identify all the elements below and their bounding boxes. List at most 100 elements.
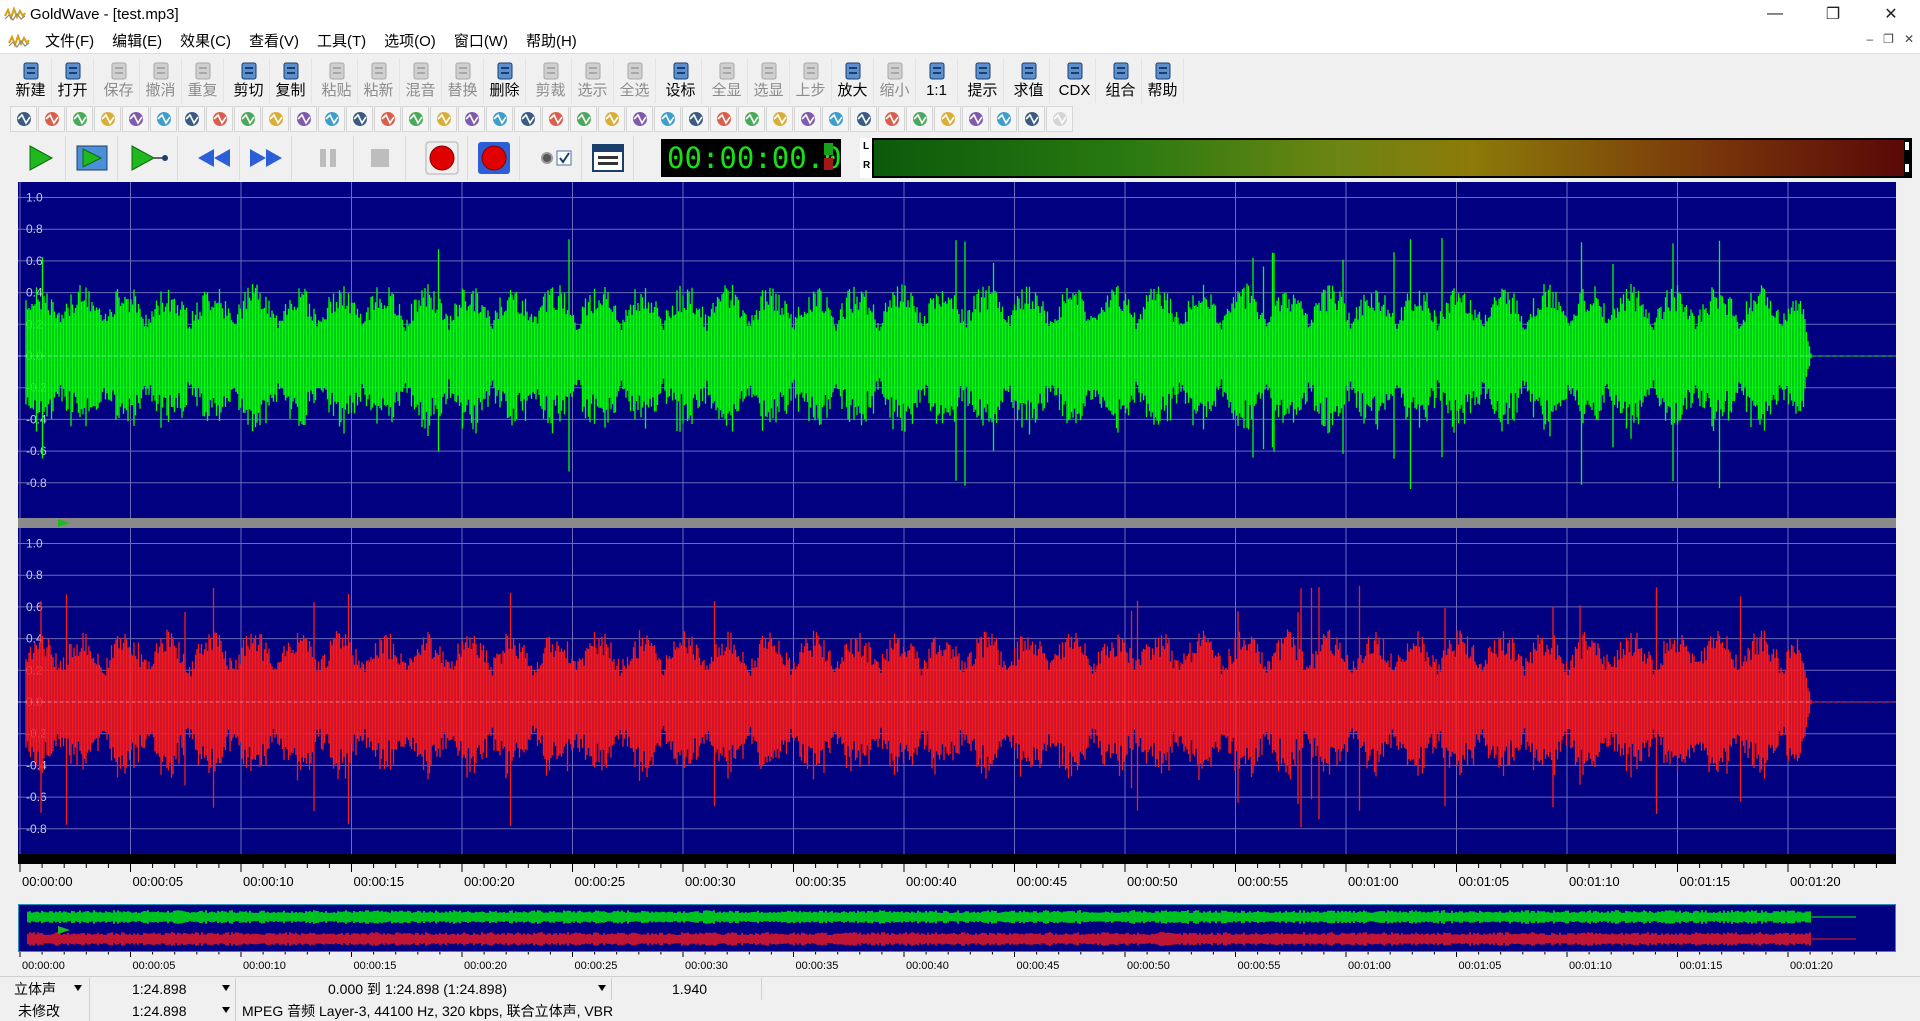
toolbar-button-6[interactable]: 剪切 — [228, 58, 270, 103]
toolbar-button-26[interactable]: 组合 — [1100, 58, 1142, 103]
record-button[interactable] — [416, 136, 468, 180]
stop-button[interactable] — [354, 136, 406, 180]
toolbar-button-8[interactable]: 粘贴 — [316, 58, 358, 103]
effect-button-14[interactable] — [374, 106, 401, 132]
menu-logo-icon[interactable] — [8, 33, 30, 48]
toolbar-button-11[interactable]: 替换 — [442, 58, 484, 103]
effect-button-24[interactable] — [654, 106, 681, 132]
toolbar-button-9[interactable]: 粘新 — [358, 58, 400, 103]
effect-button-20[interactable] — [542, 106, 569, 132]
record-new-button[interactable] — [468, 136, 520, 180]
timeline-canvas[interactable]: 00:00:00 00:00:05 00:00:10 00:00:15 00:00:20… — [18, 864, 1896, 904]
toolbar-button-7[interactable]: 复制 — [270, 58, 312, 103]
menu-edit[interactable]: 编辑(E) — [103, 30, 171, 51]
toolbar-button-27[interactable]: 帮助 — [1142, 58, 1184, 103]
effect-button-27[interactable] — [738, 106, 765, 132]
menu-effects[interactable]: 效果(C) — [171, 30, 240, 51]
toolbar-button-5[interactable]: 重复 — [182, 58, 224, 103]
effect-button-7[interactable] — [178, 106, 205, 132]
toolbar-button-23[interactable]: 提示 — [962, 58, 1004, 103]
menu-help[interactable]: 帮助(H) — [517, 30, 586, 51]
menu-options[interactable]: 选项(O) — [375, 30, 445, 51]
mdi-close-icon[interactable]: ✕ — [1904, 32, 1914, 46]
effect-button-36[interactable] — [990, 106, 1017, 132]
effect-button-29[interactable] — [794, 106, 821, 132]
toolbar-button-20[interactable]: 放大 — [832, 58, 874, 103]
channel-mode-selector[interactable]: 立体声 — [8, 978, 90, 1000]
effect-button-9[interactable] — [234, 106, 261, 132]
effect-button-33[interactable] — [906, 106, 933, 132]
rewind-button[interactable] — [188, 136, 240, 180]
toolbar-button-17[interactable]: 全显 — [706, 58, 748, 103]
selection-range-selector[interactable]: 0.000 到 1:24.898 (1:24.898) — [322, 978, 612, 1000]
fast-forward-button[interactable] — [240, 136, 292, 180]
toolbar-button-24[interactable]: 求值 — [1008, 58, 1050, 103]
toolbar-button-12[interactable]: 删除 — [484, 58, 526, 103]
effect-button-28[interactable] — [766, 106, 793, 132]
restore-button[interactable]: ❐ — [1804, 0, 1862, 28]
effect-button-8[interactable] — [206, 106, 233, 132]
menu-view[interactable]: 查看(V) — [240, 30, 308, 51]
toolbar-button-14[interactable]: 选示 — [572, 58, 614, 103]
effect-button-13[interactable] — [346, 106, 373, 132]
effect-button-11[interactable] — [290, 106, 317, 132]
effect-button-15[interactable] — [402, 106, 429, 132]
overview-canvas[interactable] — [17, 903, 1897, 953]
effect-button-17[interactable] — [458, 106, 485, 132]
toolbar-button-13[interactable]: 剪裁 — [530, 58, 572, 103]
toolbar-button-1[interactable]: 新建 — [10, 58, 52, 103]
play-selection-button[interactable] — [66, 136, 118, 180]
effect-button-2[interactable] — [38, 106, 65, 132]
toolbar-button-15[interactable]: 全选 — [614, 58, 656, 103]
toolbar-button-16[interactable]: 设标 — [660, 58, 702, 103]
play-from-button[interactable] — [118, 136, 178, 180]
play-button[interactable] — [14, 136, 66, 180]
effect-button-32[interactable] — [878, 106, 905, 132]
effect-button-35[interactable] — [962, 106, 989, 132]
close-button[interactable]: ✕ — [1862, 0, 1920, 28]
view-button[interactable] — [582, 136, 634, 180]
effect-button-22[interactable] — [598, 106, 625, 132]
effect-button-19[interactable] — [514, 106, 541, 132]
toolbar-button-3[interactable]: 保存 — [98, 58, 140, 103]
menu-tools[interactable]: 工具(T) — [308, 30, 375, 51]
waveform-canvas[interactable]: 1.00.80.60.40.20.0-0.2-0.4-0.6-0.81.00.8… — [18, 182, 1896, 864]
effect-button-30[interactable] — [822, 106, 849, 132]
length-selector[interactable]: 1:24.898 — [126, 978, 236, 1000]
toolbar-button-25[interactable]: CDX — [1054, 58, 1096, 103]
length-selector-2[interactable]: 1:24.898 — [126, 1000, 236, 1021]
effect-button-21[interactable] — [570, 106, 597, 132]
toolbar-button-4[interactable]: 撤消 — [140, 58, 182, 103]
waveform-area[interactable]: 1.0 0.8 0.6 0.4 0.2 0.0 -0.2 -0.4 -0.6 -0.8 1.0 0.8… — [18, 182, 1896, 864]
menu-file[interactable]: 文件(F) — [36, 30, 103, 51]
menu-window[interactable]: 窗口(W) — [445, 30, 517, 51]
toolbar-button-10[interactable]: 混音 — [400, 58, 442, 103]
toolbar-button-2[interactable]: 打开 — [52, 58, 94, 103]
effect-button-18[interactable] — [486, 106, 513, 132]
effect-button-1[interactable] — [10, 106, 37, 132]
effect-button-16[interactable] — [430, 106, 457, 132]
effect-button-4[interactable] — [94, 106, 121, 132]
minimize-button[interactable]: — — [1746, 0, 1804, 28]
effect-button-6[interactable] — [150, 106, 177, 132]
toolbar-button-18[interactable]: 选显 — [748, 58, 790, 103]
effect-button-25[interactable] — [682, 106, 709, 132]
overview-waveform[interactable] — [17, 903, 1897, 953]
effect-button-38[interactable] — [1046, 106, 1073, 132]
mdi-minimize-icon[interactable]: – — [1866, 32, 1873, 46]
effect-button-26[interactable] — [710, 106, 737, 132]
effect-button-31[interactable] — [850, 106, 877, 132]
toolbar-button-21[interactable]: 缩小 — [874, 58, 916, 103]
toolbar-button-22[interactable]: 1:1 — [916, 58, 958, 103]
effect-button-5[interactable] — [122, 106, 149, 132]
mdi-restore-icon[interactable]: ❐ — [1883, 32, 1894, 46]
effect-button-12[interactable] — [318, 106, 345, 132]
toolbar-button-19[interactable]: 上步 — [790, 58, 832, 103]
effect-button-34[interactable] — [934, 106, 961, 132]
effect-button-37[interactable] — [1018, 106, 1045, 132]
monitor-toggle[interactable] — [530, 136, 582, 180]
effect-button-3[interactable] — [66, 106, 93, 132]
effect-button-10[interactable] — [262, 106, 289, 132]
effect-button-23[interactable] — [626, 106, 653, 132]
pause-button[interactable] — [302, 136, 354, 180]
